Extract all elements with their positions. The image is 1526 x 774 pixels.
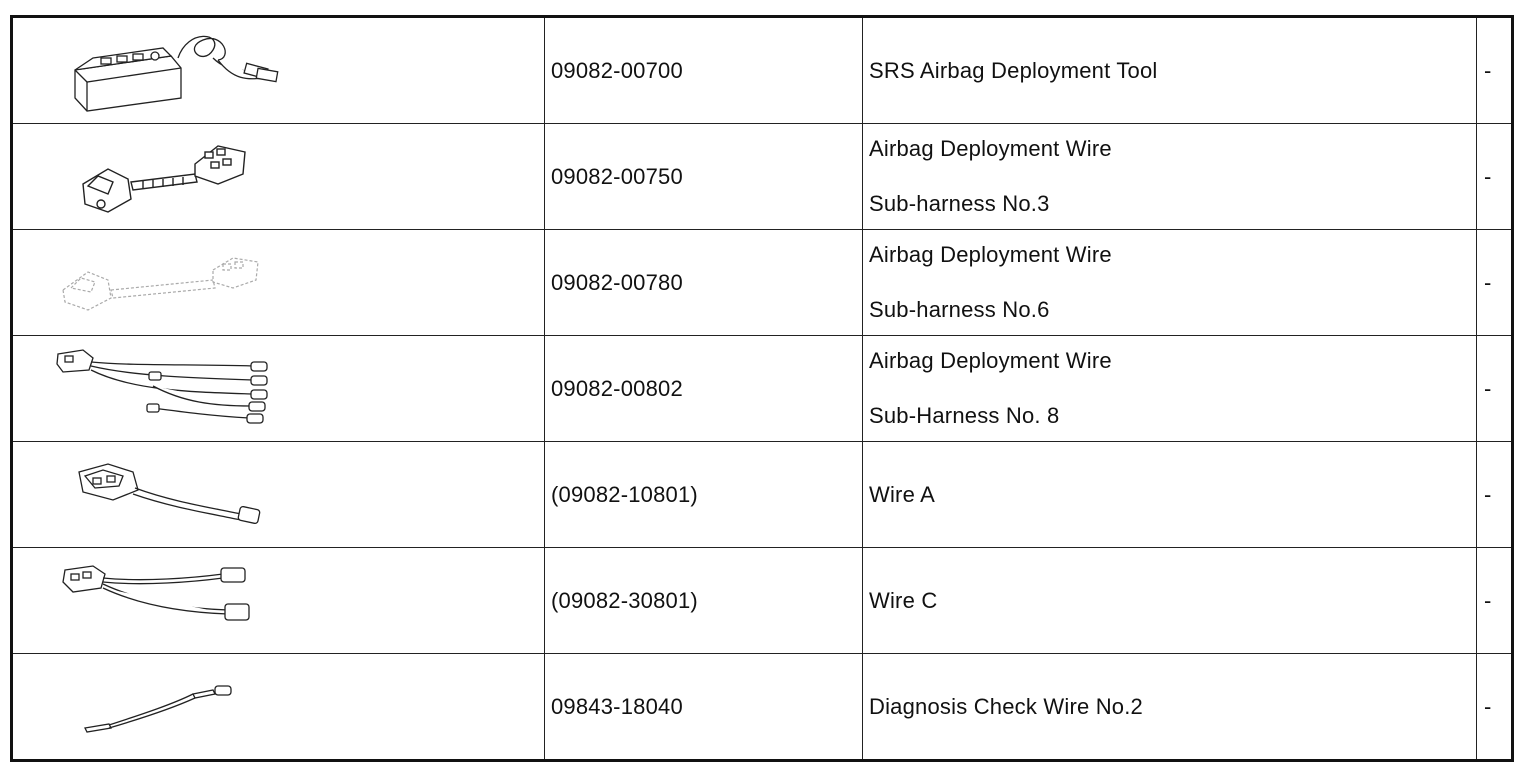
tool-name: Wire A: [862, 441, 1477, 548]
wire-c-icon: [62, 565, 250, 621]
table-row: 09082-00750 Airbag Deployment Wire Sub-h…: [11, 123, 1513, 230]
tool-name: Airbag Deployment Wire Sub-Harness No. 8: [862, 335, 1477, 442]
remark: -: [1476, 653, 1513, 761]
part-number: 09082-00750: [544, 123, 863, 230]
tool-name-line: SRS Airbag Deployment Tool: [869, 57, 1158, 83]
tool-name-line: Airbag Deployment Wire: [869, 136, 1112, 161]
part-number: 09843-18040: [544, 653, 863, 761]
tool-name: SRS Airbag Deployment Tool: [862, 16, 1477, 124]
table-row: 09843-18040 Diagnosis Check Wire No.2 -: [11, 653, 1513, 761]
part-number: 09082-00802: [544, 335, 863, 442]
tool-illustration-cell: [11, 123, 545, 230]
tool-illustration-cell: [11, 335, 545, 442]
tool-name-line: Airbag Deployment Wire: [869, 348, 1112, 373]
remark: -: [1476, 123, 1513, 230]
tool-illustration-cell: [11, 547, 545, 654]
special-tools-table: 09082-00700 SRS Airbag Deployment Tool -: [10, 15, 1514, 762]
part-number: (09082-10801): [544, 441, 863, 548]
multi-lead-harness-icon: [56, 349, 268, 424]
wire-a-icon: [78, 463, 261, 525]
remark: -: [1476, 16, 1513, 124]
table-row: (09082-10801) Wire A -: [11, 441, 1513, 548]
part-number: (09082-30801): [544, 547, 863, 654]
part-number: 09082-00700: [544, 16, 863, 124]
tool-illustration-cell: [11, 653, 545, 761]
tool-name-line: Wire A: [869, 481, 935, 507]
remark: -: [1476, 441, 1513, 548]
table-row: 09082-00802 Airbag Deployment Wire Sub-H…: [11, 335, 1513, 442]
tool-illustration-cell: [11, 16, 545, 124]
check-wire-icon: [84, 685, 232, 733]
tool-name-line: Sub-harness No.6: [869, 297, 1050, 322]
tool-name-line: Sub-harness No.3: [869, 191, 1050, 216]
deployment-tool-box-icon: [74, 35, 279, 112]
tool-illustration-cell: [11, 441, 545, 548]
tool-name: Diagnosis Check Wire No.2: [862, 653, 1477, 761]
tool-illustration-cell: [11, 229, 545, 336]
sub-harness-connector-icon: [82, 145, 246, 213]
tool-name-line: Airbag Deployment Wire: [869, 242, 1112, 267]
table-row: (09082-30801) Wire C -: [11, 547, 1513, 654]
tool-name: Airbag Deployment Wire Sub-harness No.6: [862, 229, 1477, 336]
tool-name: Wire C: [862, 547, 1477, 654]
tool-name-line: Diagnosis Check Wire No.2: [869, 693, 1143, 719]
table-row: 09082-00780 Airbag Deployment Wire Sub-h…: [11, 229, 1513, 336]
tool-name-line: Wire C: [869, 587, 938, 613]
remark: -: [1476, 335, 1513, 442]
tool-name-line: Sub-Harness No. 8: [869, 403, 1060, 428]
tool-name: Airbag Deployment Wire Sub-harness No.3: [862, 123, 1477, 230]
part-number: 09082-00780: [544, 229, 863, 336]
remark: -: [1476, 547, 1513, 654]
sub-harness-faded-icon: [62, 257, 259, 311]
table-row: 09082-00700 SRS Airbag Deployment Tool -: [11, 16, 1513, 124]
remark: -: [1476, 229, 1513, 336]
